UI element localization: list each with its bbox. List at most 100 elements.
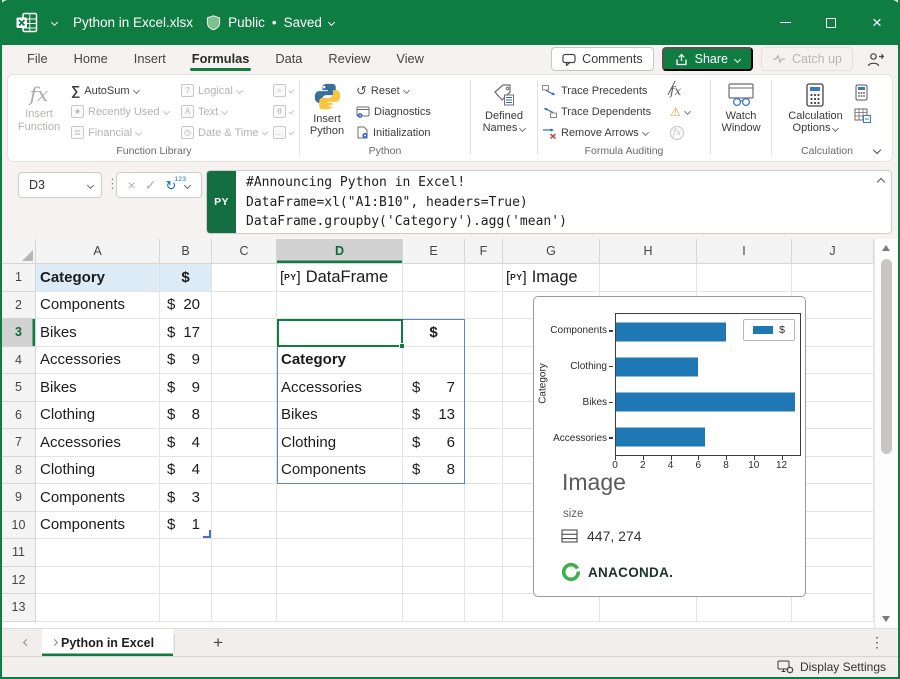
cell-E12[interactable] — [403, 567, 465, 595]
scroll-down-icon[interactable] — [882, 616, 890, 622]
tab-data[interactable]: Data — [262, 45, 315, 73]
cell-D13[interactable] — [277, 594, 403, 622]
cell-B7[interactable]: $4 — [160, 429, 212, 457]
cell-H13[interactable] — [600, 594, 697, 622]
cell-A5[interactable]: Bikes — [36, 374, 160, 402]
worksheet-grid[interactable]: ABCDEFGHIJ 1Category$2Components$203Bike… — [2, 239, 874, 628]
cell-C12[interactable] — [212, 567, 277, 595]
row-header-1[interactable]: 1 — [2, 264, 36, 292]
insert-python-button[interactable]: Insert Python — [301, 80, 353, 140]
name-box-chevron-icon[interactable] — [87, 181, 94, 188]
reset-button[interactable]: ↺ Reset — [353, 80, 434, 101]
recently-used-button[interactable]: ★ Recently Used — [68, 101, 178, 122]
column-header-E[interactable]: E — [403, 239, 465, 264]
cell-F6[interactable] — [465, 402, 503, 430]
cell-D7[interactable]: Clothing — [277, 429, 403, 457]
cell-C3[interactable] — [212, 319, 277, 347]
cell-A3[interactable]: Bikes — [36, 319, 160, 347]
cell-A9[interactable]: Components — [36, 484, 160, 512]
cell-C5[interactable] — [212, 374, 277, 402]
cell-B12[interactable] — [160, 567, 212, 595]
row-header-13[interactable]: 13 — [2, 594, 36, 622]
cell-G13[interactable] — [503, 594, 600, 622]
quick-access-chevron-icon[interactable] — [51, 19, 58, 26]
row-header-5[interactable]: 5 — [2, 374, 36, 402]
enter-icon[interactable]: ✓ — [145, 178, 157, 192]
cell-F7[interactable] — [465, 429, 503, 457]
cell-B6[interactable]: $8 — [160, 402, 212, 430]
cell-E10[interactable] — [403, 512, 465, 540]
cell-C9[interactable] — [212, 484, 277, 512]
cell-A11[interactable] — [36, 539, 160, 567]
cell-A6[interactable]: Clothing — [36, 402, 160, 430]
scroll-up-icon[interactable] — [882, 245, 890, 251]
cancel-icon[interactable]: × — [128, 178, 136, 192]
select-all-corner[interactable] — [2, 239, 36, 264]
cell-E11[interactable] — [403, 539, 465, 567]
add-sheet-button[interactable]: + — [213, 634, 223, 651]
cell-E9[interactable] — [403, 484, 465, 512]
sheet-nav-right-icon[interactable] — [40, 640, 69, 645]
cell-C13[interactable] — [212, 594, 277, 622]
diagnostics-button[interactable]: Diagnostics — [353, 101, 434, 122]
cell-D8[interactable]: Components — [277, 457, 403, 485]
tab-review[interactable]: Review — [315, 45, 383, 73]
cell-F1[interactable] — [465, 264, 503, 292]
column-header-H[interactable]: H — [600, 239, 697, 264]
cell-A4[interactable]: Accessories — [36, 347, 160, 375]
close-button[interactable]: × — [854, 0, 900, 45]
python-output-type-icon[interactable]: ↻123 — [166, 179, 177, 192]
cell-F4[interactable] — [465, 347, 503, 375]
cell-D6[interactable]: Bikes — [277, 402, 403, 430]
cell-B5[interactable]: $9 — [160, 374, 212, 402]
row-header-11[interactable]: 11 — [2, 539, 36, 567]
cell-C11[interactable] — [212, 539, 277, 567]
document-title[interactable]: Python in Excel.xlsx — [73, 15, 193, 30]
column-header-G[interactable]: G — [503, 239, 600, 264]
trace-precedents-button[interactable]: Trace Precedents — [539, 80, 667, 101]
column-header-A[interactable]: A — [36, 239, 160, 264]
cell-F10[interactable] — [465, 512, 503, 540]
cell-A8[interactable]: Clothing — [36, 457, 160, 485]
calculate-sheet-icon[interactable] — [854, 108, 871, 123]
comments-button[interactable]: Comments — [551, 47, 653, 71]
cell-I13[interactable] — [697, 594, 792, 622]
formula-input[interactable]: PY #Announcing Python in Excel!DataFrame… — [206, 170, 892, 234]
save-status-chevron-icon[interactable] — [328, 19, 335, 26]
sheet-nav-left-icon[interactable] — [12, 640, 41, 645]
cell-D11[interactable] — [277, 539, 403, 567]
name-box[interactable]: D3 — [18, 172, 102, 198]
privacy-badge[interactable]: Public — [228, 15, 265, 30]
display-settings-label[interactable]: Display Settings — [800, 660, 886, 674]
tab-view[interactable]: View — [383, 45, 437, 73]
column-header-B[interactable]: B — [160, 239, 212, 264]
cell-D2[interactable] — [277, 292, 403, 320]
minimize-button[interactable] — [762, 0, 808, 45]
evaluate-formula-button[interactable]: fx — [667, 122, 703, 143]
cell-F12[interactable] — [465, 567, 503, 595]
row-header-9[interactable]: 9 — [2, 484, 36, 512]
watch-window-button[interactable]: Watch Window — [716, 80, 765, 137]
cell-A7[interactable]: Accessories — [36, 429, 160, 457]
scrollbar-thumb[interactable] — [881, 259, 892, 454]
cell-A2[interactable]: Components — [36, 292, 160, 320]
cell-F9[interactable] — [465, 484, 503, 512]
cell-B1[interactable]: $ — [160, 264, 212, 292]
cell-F3[interactable] — [465, 319, 503, 347]
cell-B2[interactable]: $20 — [160, 292, 212, 320]
cell-A10[interactable]: Components — [36, 512, 160, 540]
cell-F13[interactable] — [465, 594, 503, 622]
column-header-D[interactable]: D — [277, 239, 403, 264]
cell-C7[interactable] — [212, 429, 277, 457]
more-functions-button[interactable]: … — [270, 122, 296, 143]
lookup-reference-button[interactable]: ⌕ — [270, 80, 296, 101]
cell-I1[interactable] — [697, 264, 792, 292]
cell-B13[interactable] — [160, 594, 212, 622]
cell-E13[interactable] — [403, 594, 465, 622]
cell-J13[interactable] — [792, 594, 874, 622]
cell-E3[interactable]: $ — [403, 319, 465, 347]
cell-F8[interactable] — [465, 457, 503, 485]
show-formulas-button[interactable]: fx╱ — [667, 80, 703, 101]
person-icon[interactable] — [861, 52, 890, 67]
financial-button[interactable]: ≣ Financial — [68, 122, 178, 143]
